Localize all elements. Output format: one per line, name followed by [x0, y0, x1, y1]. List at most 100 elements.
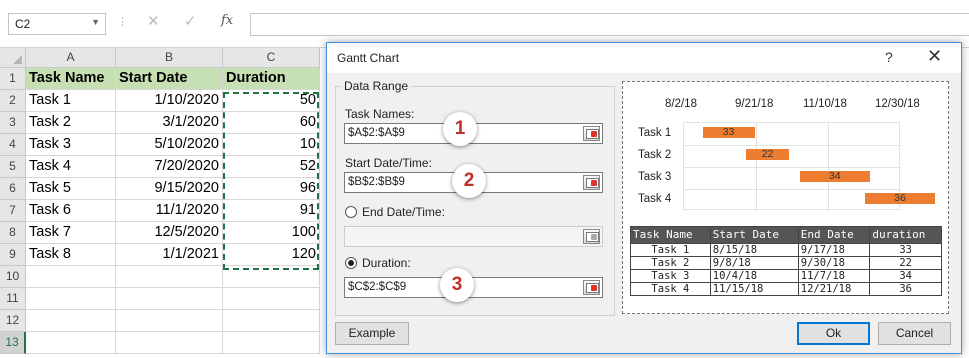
row-header-1[interactable]: 1: [0, 68, 26, 90]
cell-a6[interactable]: Task 5: [26, 178, 116, 200]
ok-button[interactable]: Ok: [797, 322, 870, 345]
cell-a11[interactable]: [26, 288, 116, 310]
grip-icon: ⋮: [117, 16, 128, 28]
row-header-11[interactable]: 11: [0, 288, 26, 310]
cell-a12[interactable]: [26, 310, 116, 332]
cell-b11[interactable]: [116, 288, 223, 310]
cell-c2[interactable]: 50: [223, 90, 320, 112]
preview-table-body: Task 1 8/15/18 9/17/18 33 Task 2 9/8/18 9/30/1…: [630, 243, 942, 296]
row-header-4[interactable]: 4: [0, 134, 26, 156]
step-badge-3: 3: [440, 268, 474, 302]
gantt-bar: 33: [702, 127, 755, 138]
gridline: [684, 167, 901, 168]
preview-table-cell: 11/7/18: [797, 269, 871, 283]
cell-a1[interactable]: Task Name: [26, 68, 116, 90]
end-date-input[interactable]: [344, 226, 603, 247]
date-label: 8/2/18: [665, 98, 697, 110]
cell-c1[interactable]: Duration: [223, 68, 320, 90]
cell-a4[interactable]: Task 3: [26, 134, 116, 156]
cell-c12[interactable]: [223, 310, 320, 332]
start-date-value: $B$2:$B$9: [348, 176, 405, 188]
gantt-chart-dialog: Gantt Chart ? ✕ Data Range Task Names: $…: [326, 42, 962, 354]
cell-a3[interactable]: Task 2: [26, 112, 116, 134]
cell-a8[interactable]: Task 7: [26, 222, 116, 244]
cancel-button[interactable]: Cancel: [878, 322, 951, 345]
preview-table-row: Task 1 8/15/18 9/17/18 33: [630, 243, 942, 257]
end-date-radio[interactable]: [345, 206, 357, 218]
cell-b2[interactable]: 1/10/2020: [116, 90, 223, 112]
row-header-5[interactable]: 5: [0, 156, 26, 178]
select-all-corner[interactable]: [0, 48, 26, 68]
preview-table-cell: Task 4: [630, 282, 711, 296]
preview-table-row: Task 3 10/4/18 11/7/18 34: [630, 269, 942, 283]
range-picker-icon[interactable]: [583, 280, 600, 295]
row-header-9[interactable]: 9: [0, 244, 26, 266]
task-names-label: Task Names:: [345, 107, 415, 121]
task-label: Task 2: [638, 149, 672, 161]
cell-b10[interactable]: [116, 266, 223, 288]
help-button[interactable]: ?: [885, 49, 893, 65]
cell-a7[interactable]: Task 6: [26, 200, 116, 222]
cell-b5[interactable]: 7/20/2020: [116, 156, 223, 178]
cell-c11[interactable]: [223, 288, 320, 310]
cell-c7[interactable]: 91: [223, 200, 320, 222]
range-picker-icon[interactable]: [583, 126, 600, 141]
cell-c6[interactable]: 96: [223, 178, 320, 200]
cell-b13[interactable]: [116, 332, 223, 354]
formula-input[interactable]: [250, 13, 969, 36]
preview-table-cell: 9/17/18: [797, 243, 871, 257]
cell-b7[interactable]: 11/1/2020: [116, 200, 223, 222]
cell-c5[interactable]: 52: [223, 156, 320, 178]
name-box[interactable]: C2 ▼: [8, 13, 106, 35]
close-button[interactable]: ✕: [927, 46, 942, 67]
cell-b9[interactable]: 1/1/2021: [116, 244, 223, 266]
cell-b1[interactable]: Start Date: [116, 68, 223, 90]
cell-a2[interactable]: Task 1: [26, 90, 116, 112]
cell-a10[interactable]: [26, 266, 116, 288]
row-header-13[interactable]: 13: [0, 332, 26, 354]
preview-table-cell: 22: [869, 256, 942, 270]
row-header-2[interactable]: 2: [0, 90, 26, 112]
gantt-preview: 8/2/18 9/21/18 11/10/18 12/30/18 Task 1T…: [622, 81, 949, 314]
cell-a9[interactable]: Task 8: [26, 244, 116, 266]
cell-b4[interactable]: 5/10/2020: [116, 134, 223, 156]
example-button[interactable]: Example: [335, 322, 409, 345]
row-header-7[interactable]: 7: [0, 200, 26, 222]
cell-a5[interactable]: Task 4: [26, 156, 116, 178]
chevron-down-icon[interactable]: ▼: [91, 17, 100, 27]
preview-table-cell: 10/4/18: [709, 269, 799, 283]
row-header-12[interactable]: 12: [0, 310, 26, 332]
cancel-icon[interactable]: ✕: [147, 12, 160, 30]
cell-c9[interactable]: 120: [223, 244, 320, 266]
duration-radio[interactable]: [345, 257, 357, 269]
range-picker-icon[interactable]: [583, 175, 600, 190]
cell-c4[interactable]: 10: [223, 134, 320, 156]
cell-a13[interactable]: [26, 332, 116, 354]
row-header-6[interactable]: 6: [0, 178, 26, 200]
cell-b8[interactable]: 12/5/2020: [116, 222, 223, 244]
cell-b6[interactable]: 9/15/2020: [116, 178, 223, 200]
gantt-bar: 36: [865, 193, 935, 204]
gantt-bar: 34: [800, 171, 870, 182]
cell-c3[interactable]: 60: [223, 112, 320, 134]
cell-c13[interactable]: [223, 332, 320, 354]
row-header-10[interactable]: 10: [0, 266, 26, 288]
preview-table-cell: 9/8/18: [709, 256, 799, 270]
insert-function-icon[interactable]: fx: [221, 13, 233, 28]
preview-table-cell: 12/21/18: [797, 282, 871, 296]
column-header-a[interactable]: A: [26, 48, 116, 68]
date-label: 12/30/18: [875, 98, 920, 110]
enter-icon[interactable]: ✓: [184, 12, 197, 30]
date-label: 9/21/18: [735, 98, 774, 110]
cell-c8[interactable]: 100: [223, 222, 320, 244]
column-header-c[interactable]: C: [223, 48, 320, 68]
gridline: [684, 189, 901, 190]
row-header-3[interactable]: 3: [0, 112, 26, 134]
cell-b3[interactable]: 3/1/2020: [116, 112, 223, 134]
range-picker-icon[interactable]: [583, 229, 600, 244]
preview-table-cell: 34: [869, 269, 942, 283]
cell-c10[interactable]: [223, 266, 320, 288]
row-header-8[interactable]: 8: [0, 222, 26, 244]
cell-b12[interactable]: [116, 310, 223, 332]
column-header-b[interactable]: B: [116, 48, 223, 68]
